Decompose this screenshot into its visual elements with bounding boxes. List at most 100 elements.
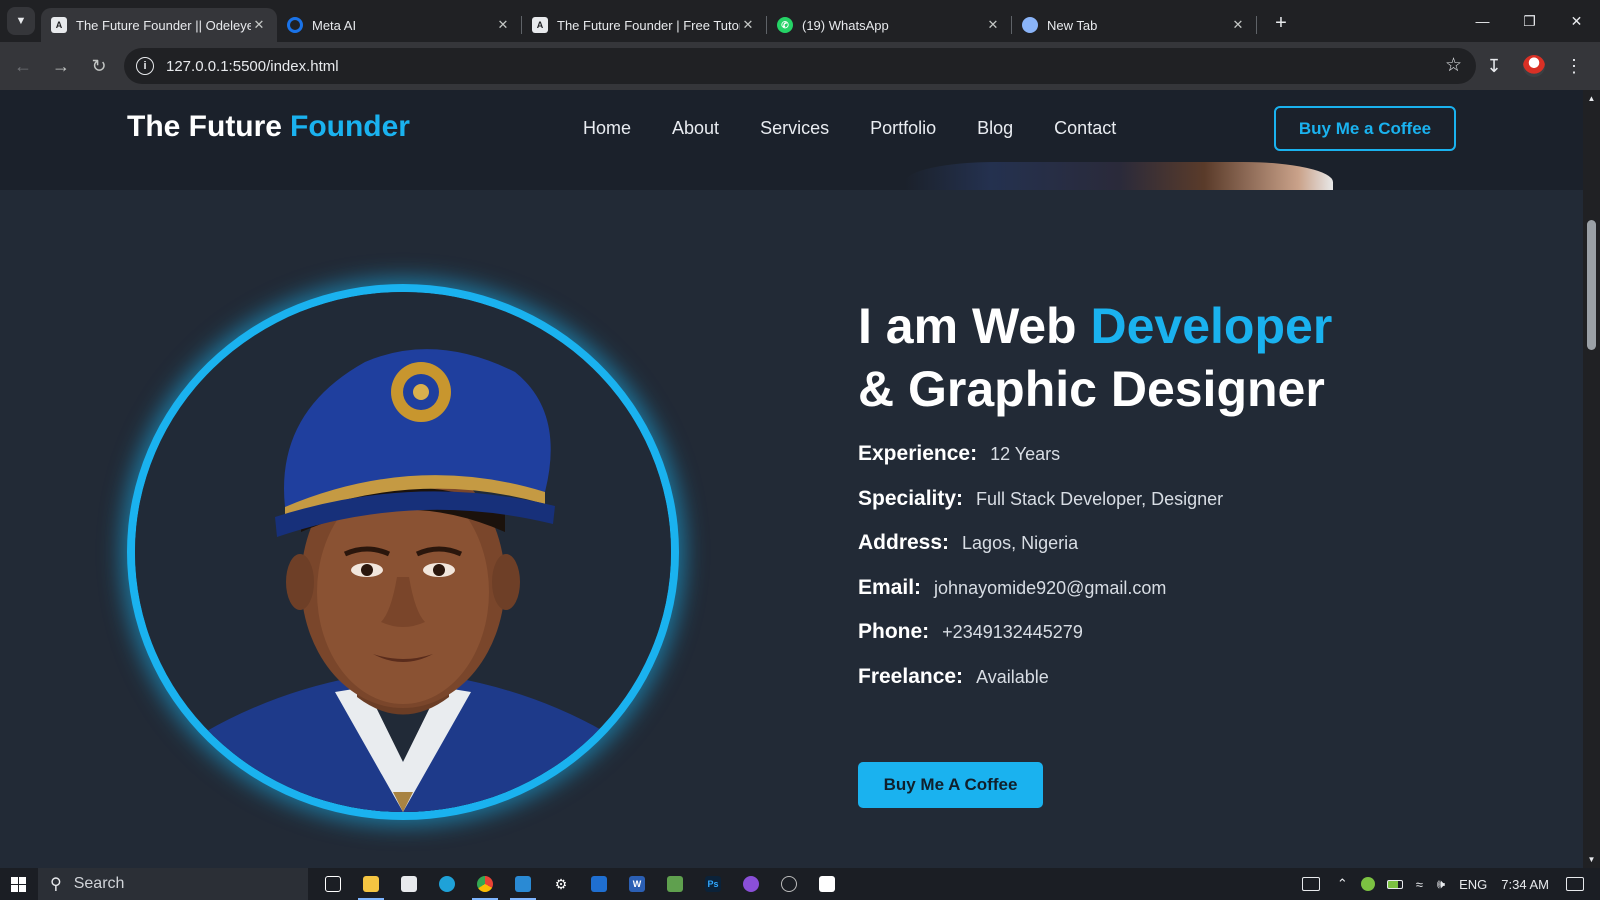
profile-avatar-icon[interactable]: [1518, 48, 1550, 84]
word-icon[interactable]: W: [618, 868, 656, 900]
tab-close-icon[interactable]: ✕: [251, 17, 267, 33]
bookmark-star-icon[interactable]: ☆: [1445, 54, 1462, 77]
tab-close-icon[interactable]: ✕: [495, 17, 511, 33]
windows-start-icon[interactable]: [0, 868, 36, 900]
clock-app-icon[interactable]: [770, 868, 808, 900]
info-row-freelance: Freelance: Available: [858, 665, 1223, 710]
info-label: Phone:: [858, 620, 930, 643]
tab-close-icon[interactable]: ✕: [740, 17, 756, 33]
download-icon[interactable]: ↧: [1478, 48, 1510, 84]
scroll-up-arrow-icon[interactable]: ▲: [1583, 90, 1600, 107]
clock-time[interactable]: 7:34 AM: [1501, 877, 1549, 892]
taskbar-search-box[interactable]: ⚲ Search: [38, 868, 308, 900]
nav-blog[interactable]: Blog: [977, 118, 1013, 139]
logo-accent-text: Founder: [290, 110, 410, 143]
url-text[interactable]: 127.0.0.1:5500/index.html: [166, 58, 339, 75]
nav-contact[interactable]: Contact: [1054, 118, 1116, 139]
info-label: Email:: [858, 575, 922, 599]
site-favicon-icon: A: [51, 17, 67, 33]
search-icon: ⚲: [50, 876, 62, 893]
headline-line-2: & Graphic Designer: [858, 361, 1325, 417]
volume-icon[interactable]: 🕪: [1437, 876, 1445, 892]
scrollbar-thumb[interactable]: [1587, 220, 1596, 350]
hero-info-list: Experience: 12 Years Speciality: Full St…: [858, 442, 1223, 709]
new-tab-plus-icon[interactable]: +: [1269, 12, 1293, 35]
minimize-icon[interactable]: —: [1459, 0, 1506, 42]
page-scrollbar[interactable]: ▲ ▼: [1583, 90, 1600, 868]
portrait-illustration: [135, 292, 671, 812]
outlook-icon[interactable]: [580, 868, 618, 900]
notification-center-icon[interactable]: [1566, 877, 1584, 891]
browser-tab-0[interactable]: A The Future Founder || Odeleye J ✕: [41, 8, 277, 42]
tab-close-icon[interactable]: ✕: [1230, 17, 1246, 33]
nav-about[interactable]: About: [672, 118, 719, 139]
site-favicon-icon: A: [532, 17, 548, 33]
chrome-taskbar-icon[interactable]: [466, 868, 504, 900]
tab-title: Meta AI: [312, 17, 357, 33]
file-explorer-icon[interactable]: [352, 868, 390, 900]
vscode-icon[interactable]: [504, 868, 542, 900]
scroll-down-arrow-icon[interactable]: ▼: [1583, 851, 1600, 868]
tab-title: New Tab: [1047, 17, 1098, 33]
buy-me-a-coffee-header-button[interactable]: Buy Me a Coffee: [1274, 106, 1456, 151]
tab-search-chevron-icon[interactable]: ▼: [7, 7, 35, 35]
site-header: The Future Founder Home About Services Po…: [0, 90, 1583, 190]
capcut-icon[interactable]: [808, 868, 846, 900]
forward-arrow-icon[interactable]: →: [43, 48, 79, 84]
buy-me-a-coffee-hero-button[interactable]: Buy Me A Coffee: [858, 762, 1043, 808]
headline-prefix: I am Web: [858, 298, 1077, 354]
browser-tab-4[interactable]: New Tab ✕: [1012, 8, 1256, 42]
edge-icon[interactable]: [428, 868, 466, 900]
photoshop-icon[interactable]: Ps: [694, 868, 732, 900]
reload-icon[interactable]: ↻: [81, 48, 117, 84]
tab-separator: [1256, 16, 1257, 34]
main-nav: Home About Services Portfolio Blog Conta…: [583, 118, 1157, 139]
tab-close-icon[interactable]: ✕: [985, 17, 1001, 33]
browser-toolbar: ← → ↻ i 127.0.0.1:5500/index.html ☆ ↧ ⋮: [0, 42, 1600, 90]
battery-icon[interactable]: [1386, 879, 1403, 889]
whatsapp-icon: ✆: [777, 17, 793, 33]
meta-ai-icon: [287, 17, 303, 33]
info-value: Lagos, Nigeria: [962, 533, 1079, 553]
site-info-icon[interactable]: i: [136, 57, 154, 75]
system-tray: ⌃ ≈ 🕪 ENG 7:34 AM: [1292, 868, 1600, 900]
hero-headline: I am Web Developer & Graphic Designer: [858, 295, 1332, 421]
nav-home[interactable]: Home: [583, 118, 631, 139]
restore-icon[interactable]: ❐: [1506, 0, 1553, 42]
info-row-phone: Phone: +2349132445279: [858, 620, 1223, 665]
taskbar-search-placeholder: Search: [73, 875, 125, 892]
site-logo[interactable]: The Future Founder: [127, 110, 410, 144]
news-widget-icon[interactable]: [1301, 877, 1320, 891]
wifi-icon[interactable]: ≈: [1416, 877, 1423, 892]
info-row-address: Address: Lagos, Nigeria: [858, 531, 1223, 576]
tray-chevron-up-icon[interactable]: ⌃: [1337, 876, 1348, 892]
info-label: Experience:: [858, 442, 978, 465]
address-bar[interactable]: i 127.0.0.1:5500/index.html ☆: [124, 48, 1476, 84]
toolbar-right-actions: ↧ ⋮: [1478, 48, 1590, 84]
windows-taskbar: ⚲ Search ⚙ W Ps ⌃ ≈ 🕪 ENG 7:34 AM: [0, 868, 1600, 900]
back-arrow-icon[interactable]: ←: [5, 48, 41, 84]
info-row-email: Email: johnayomide920@gmail.com: [858, 576, 1223, 621]
task-view-icon[interactable]: [314, 868, 352, 900]
page-viewport: The Future Founder Home About Services Po…: [0, 90, 1583, 868]
browser-tab-1[interactable]: Meta AI ✕: [277, 8, 521, 42]
kebab-menu-icon[interactable]: ⋮: [1558, 48, 1590, 84]
profile-portrait: [127, 284, 679, 820]
logo-text: The Future: [127, 110, 282, 143]
browser-tab-3[interactable]: ✆ (19) WhatsApp ✕: [767, 8, 1011, 42]
info-value: Available: [976, 666, 1049, 687]
language-indicator[interactable]: ENG: [1459, 877, 1487, 892]
browser-tab-2[interactable]: A The Future Founder | Free Tutor ✕: [522, 8, 766, 42]
info-row-experience: Experience: 12 Years: [858, 442, 1223, 487]
security-icon[interactable]: [1360, 877, 1375, 891]
nav-portfolio[interactable]: Portfolio: [870, 118, 936, 139]
microsoft-store-icon[interactable]: [390, 868, 428, 900]
github-icon[interactable]: [732, 868, 770, 900]
nav-services[interactable]: Services: [760, 118, 829, 139]
headline-accent: Developer: [1090, 298, 1333, 354]
settings-gear-icon[interactable]: ⚙: [542, 868, 580, 900]
tab-title: The Future Founder | Free Tutor: [557, 17, 740, 33]
nodejs-icon[interactable]: [656, 868, 694, 900]
close-window-icon[interactable]: ✕: [1553, 0, 1600, 42]
tab-title: (19) WhatsApp: [802, 17, 889, 33]
